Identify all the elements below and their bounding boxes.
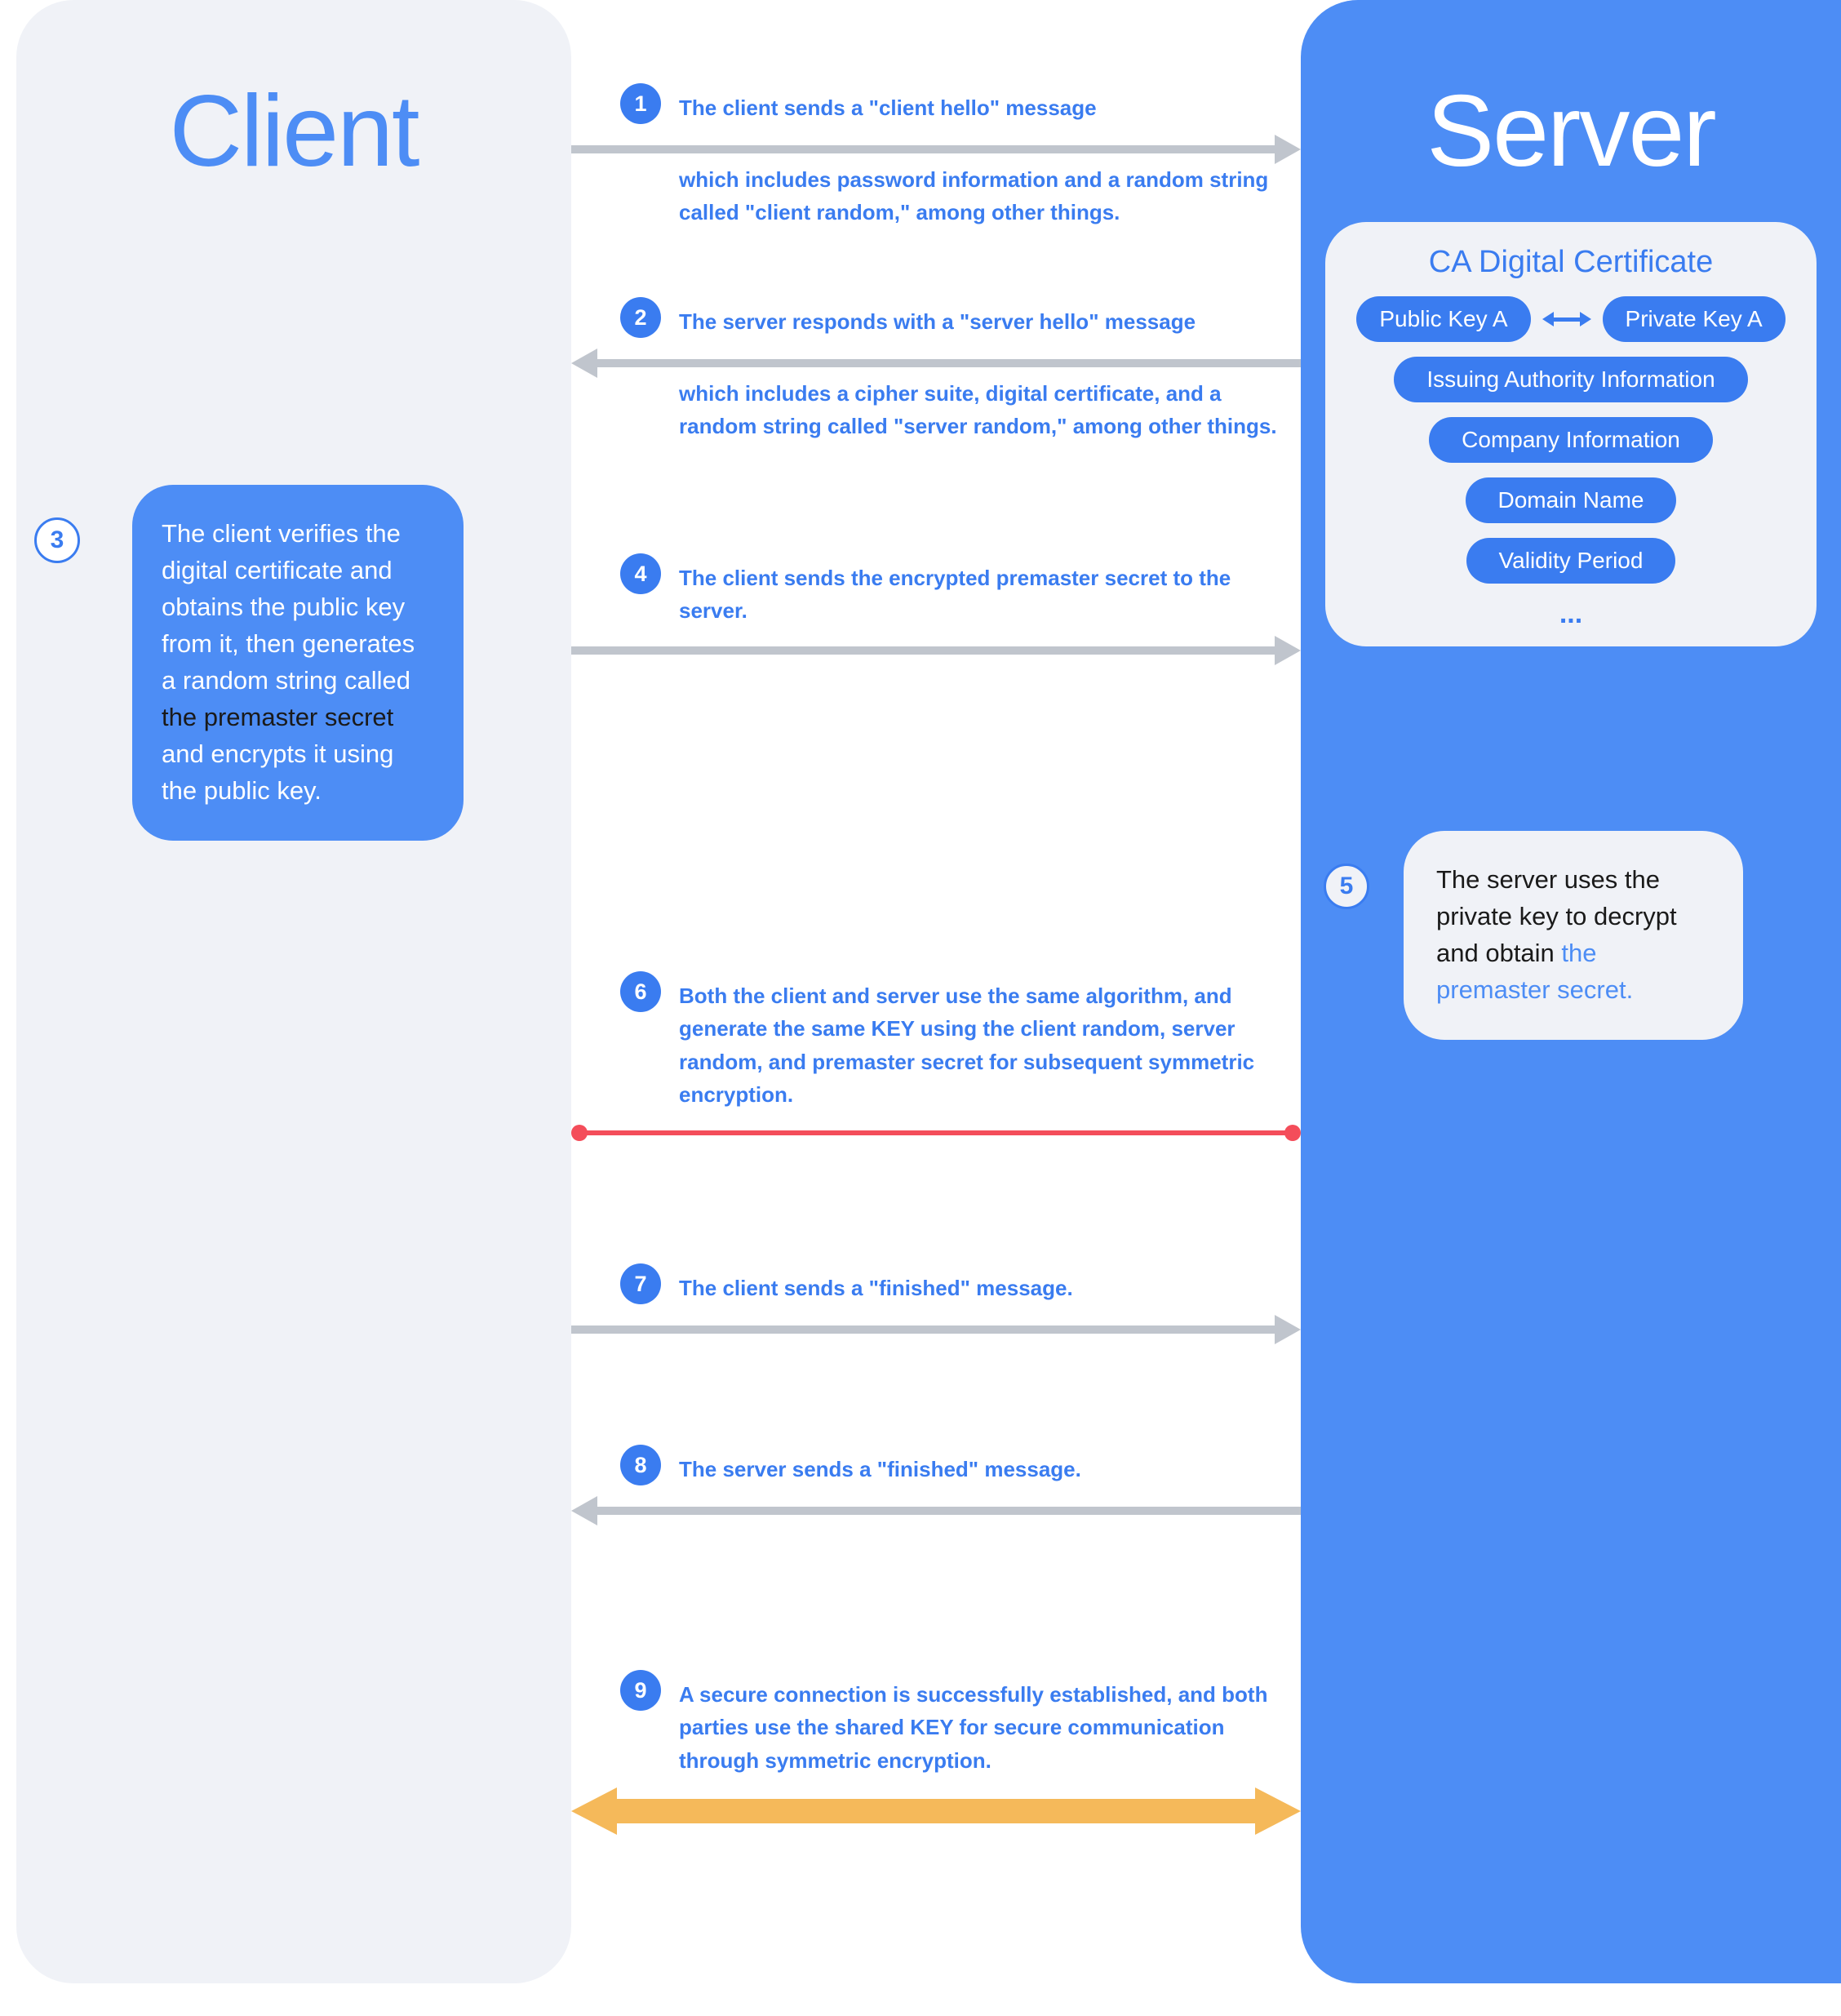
cert-title: CA Digital Certificate (1346, 245, 1795, 280)
step-5-text-a: The server uses the private key to decry… (1436, 865, 1677, 967)
step-1-badge: 1 (620, 83, 661, 124)
step-5-badge: 5 (1324, 864, 1369, 909)
step-9-text: A secure connection is successfully esta… (679, 1678, 1291, 1777)
arrow-line-1 (571, 145, 1275, 153)
step-6-text: Both the client and server use the same … (679, 979, 1291, 1111)
step-2-badge: 2 (620, 297, 661, 338)
step-9-badge: 9 (620, 1670, 661, 1711)
company-pill: Company Information (1429, 417, 1713, 463)
arrow-line-7 (571, 1325, 1275, 1334)
red-dot-right-icon (1284, 1125, 1301, 1141)
step-6-badge: 6 (620, 971, 661, 1012)
step-3-text-b: and encrypts it using the public key. (162, 739, 393, 805)
arrow-line-4 (571, 646, 1275, 655)
step-4-badge: 4 (620, 553, 661, 594)
step-1-text-b: which includes password information and … (679, 163, 1291, 229)
step-3-text-dark: the premaster secret (162, 703, 393, 731)
arrow-head-left-icon (571, 349, 597, 378)
issuing-pill: Issuing Authority Information (1394, 357, 1747, 402)
public-key-pill: Public Key A (1356, 296, 1530, 342)
arrow-line-8 (597, 1507, 1301, 1515)
bidirectional-big-arrow-icon (571, 1787, 1301, 1835)
step-2-text-b: which includes a cipher suite, digital c… (679, 377, 1291, 443)
step-3-text-a: The client verifies the digital certific… (162, 519, 415, 695)
cert-more: ... (1346, 598, 1795, 630)
step-2-text-a: The server responds with a "server hello… (679, 305, 1291, 338)
step-7-badge: 7 (620, 1263, 661, 1304)
step-8-text: The server sends a "finished" message. (679, 1453, 1291, 1485)
arrow-line-2 (597, 359, 1301, 367)
cert-key-row: Public Key A Private Key A (1346, 296, 1795, 342)
validity-pill: Validity Period (1466, 538, 1676, 584)
red-line (579, 1130, 1293, 1135)
step-1-text-a: The client sends a "client hello" messag… (679, 91, 1291, 124)
step-3-box: The client verifies the digital certific… (132, 485, 464, 841)
domain-pill: Domain Name (1466, 477, 1677, 523)
bidirectional-arrow-icon (1542, 310, 1591, 328)
step-3-badge: 3 (34, 517, 80, 563)
arrow-head-right-icon-4 (1275, 636, 1301, 665)
client-title: Client (16, 73, 571, 189)
client-column: Client (16, 0, 571, 1983)
arrow-head-right-icon (1275, 135, 1301, 164)
step-5-box: The server uses the private key to decry… (1404, 831, 1743, 1040)
ca-certificate-box: CA Digital Certificate Public Key A Priv… (1325, 222, 1817, 646)
step-4-text: The client sends the encrypted premaster… (679, 562, 1291, 628)
step-7-text: The client sends a "finished" message. (679, 1272, 1291, 1304)
server-title: Server (1301, 73, 1841, 189)
step-8-badge: 8 (620, 1445, 661, 1485)
private-key-pill: Private Key A (1603, 296, 1786, 342)
arrow-head-left-icon-8 (571, 1496, 597, 1525)
arrow-head-right-icon-7 (1275, 1315, 1301, 1344)
